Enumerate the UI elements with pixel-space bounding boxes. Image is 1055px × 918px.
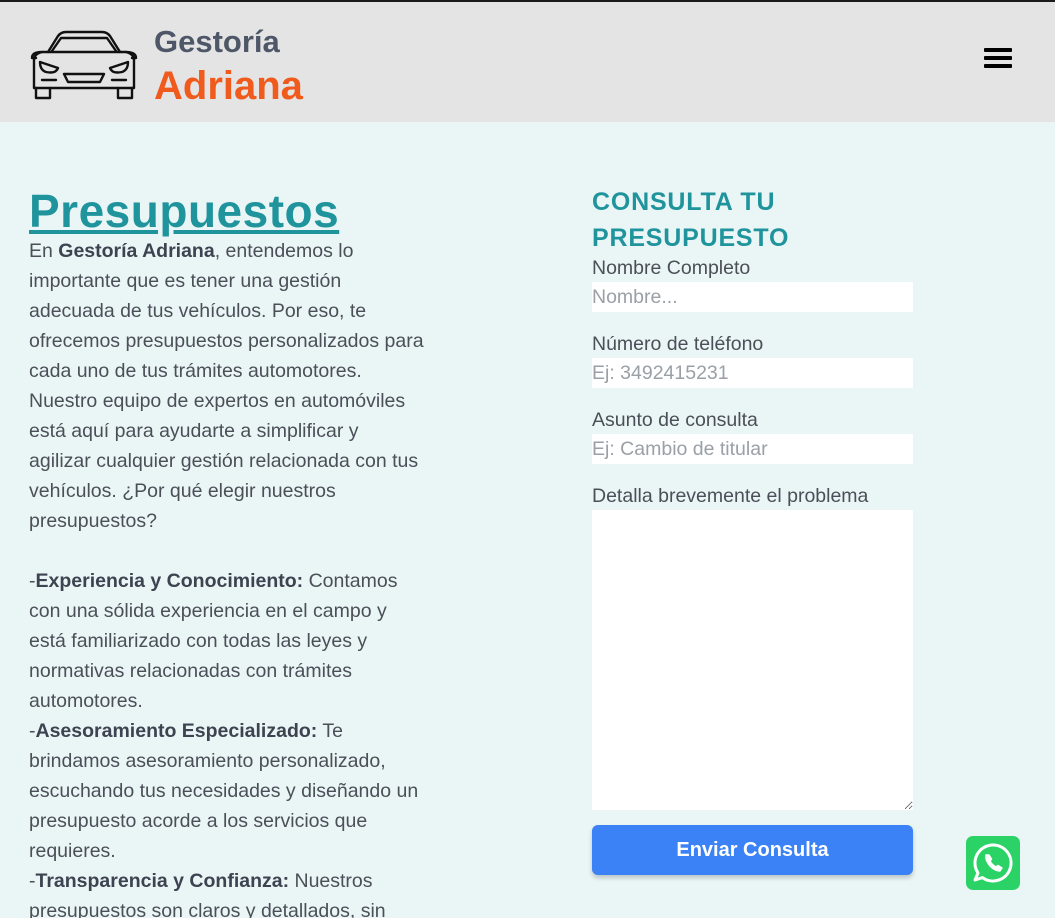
brand-name-top: Gestoría: [154, 24, 280, 59]
quote-form: CONSULTA TU PRESUPUESTO Nombre Completo …: [592, 184, 913, 875]
whatsapp-button[interactable]: [966, 836, 1020, 890]
page-title: Presupuestos: [29, 185, 340, 237]
benefit-advice: -Asesoramiento Especializado: Te brindam…: [29, 720, 419, 862]
submit-button[interactable]: Enviar Consulta: [592, 825, 913, 875]
hamburger-menu-icon[interactable]: [984, 48, 1012, 70]
intro-paragraph: En Gestoría Adriana, entendemos lo impor…: [29, 240, 424, 532]
name-input[interactable]: [592, 282, 913, 312]
detail-textarea[interactable]: [592, 510, 913, 810]
site-header: Gestoría Adriana: [0, 2, 1055, 122]
whatsapp-icon: [973, 843, 1013, 883]
benefit-experience: -Experiencia y Conocimiento: Contamos co…: [29, 570, 398, 712]
brand-name-main: Adriana: [154, 64, 303, 108]
detail-label: Detalla brevemente el problema: [592, 485, 869, 507]
subject-input[interactable]: [592, 434, 913, 464]
phone-input[interactable]: [592, 358, 913, 388]
presupuestos-section: Presupuestos En Gestoría Adriana, entend…: [29, 186, 424, 918]
company-name: Gestoría Adriana: [58, 240, 215, 262]
form-title: CONSULTA TU PRESUPUESTO: [592, 188, 790, 252]
name-label: Nombre Completo: [592, 257, 751, 279]
phone-label: Número de teléfono: [592, 333, 764, 355]
site-logo[interactable]: Gestoría Adriana: [28, 20, 328, 110]
subject-label: Asunto de consulta: [592, 409, 758, 431]
benefit-transparency: -Transparencia y Confianza: Nuestros pre…: [29, 870, 386, 918]
car-front-icon: [30, 30, 138, 100]
